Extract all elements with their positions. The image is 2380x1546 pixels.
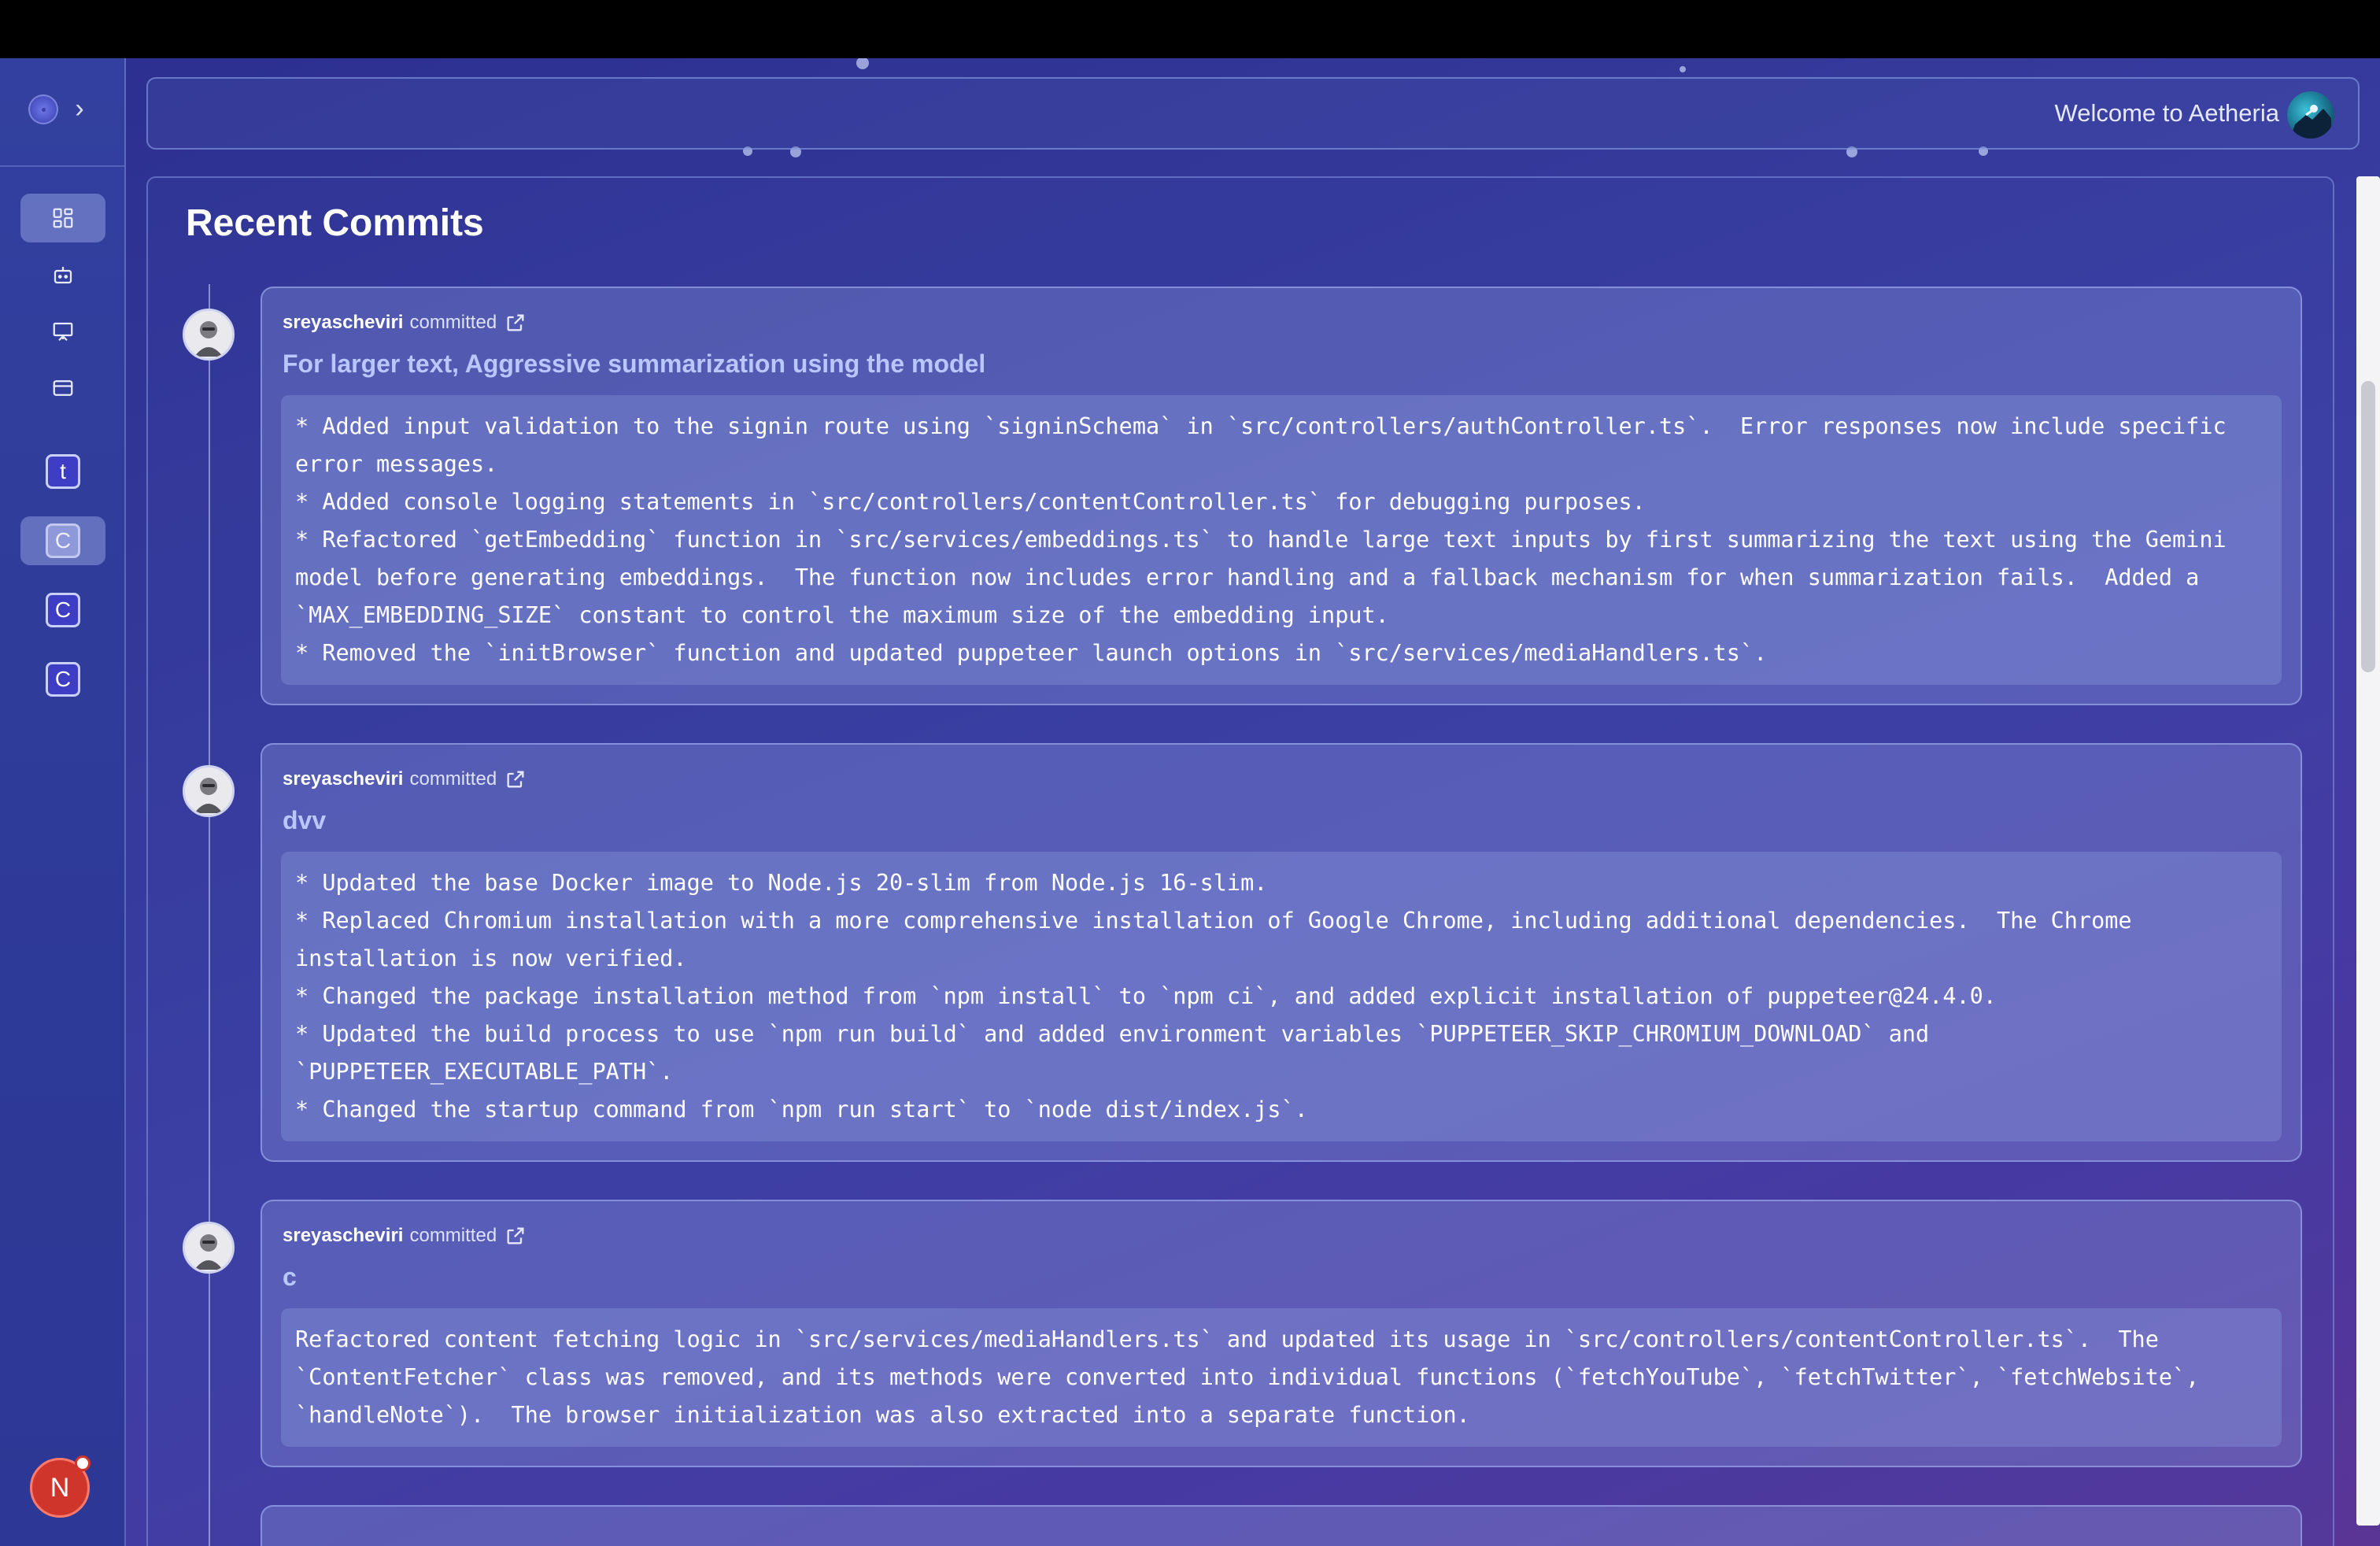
commit-message-line: * Refactored `getEmbedding` function in … (295, 527, 2240, 628)
commit-message-line: * Added input validation to the signin r… (295, 413, 2240, 477)
scrollbar-track[interactable] (2356, 176, 2380, 1526)
sidebar: › t C C C N (0, 58, 126, 1546)
space-letter: C (46, 523, 80, 558)
commit-card: sreyascheviri committed For larger text,… (261, 287, 2302, 705)
commit-message: * Added input validation to the signin r… (281, 395, 2282, 685)
commit-verb: committed (409, 312, 497, 333)
commit-title[interactable]: c (283, 1263, 297, 1292)
app-logo[interactable] (28, 94, 58, 124)
bot-icon (54, 267, 72, 284)
commit-title[interactable]: dvv (283, 806, 326, 835)
commit-author-avatar[interactable] (183, 765, 235, 817)
commit-meta: sreyascheviri committed (283, 768, 527, 790)
sidebar-item-presentations[interactable] (20, 307, 105, 356)
commit-author[interactable]: sreyascheviri (283, 312, 403, 334)
commit-meta: sreyascheviri committed (283, 312, 527, 334)
sidebar-item-cards[interactable] (20, 364, 105, 412)
scrollbar-thumb[interactable] (2361, 381, 2375, 672)
app-window: › t C C C N Welcome to Aetheria Recent C… (0, 58, 2380, 1546)
commit-card (261, 1505, 2302, 1546)
person-icon (194, 778, 223, 813)
person-icon (194, 1234, 223, 1270)
commit-card: sreyascheviri committed c Refactored con… (261, 1200, 2302, 1467)
top-header: Welcome to Aetheria (146, 77, 2360, 150)
commit-message-line: * Updated the base Docker image to Node.… (295, 870, 1268, 896)
commit-message-line: * Updated the build process to use `npm … (295, 1021, 1943, 1085)
window-top-bar (0, 0, 2380, 58)
commit-message-line: * Removed the `initBrowser` function and… (295, 640, 1768, 666)
sidebar-item-dashboard[interactable] (20, 194, 105, 242)
page-title: Recent Commits (186, 202, 484, 244)
commit-author[interactable]: sreyascheviri (283, 1225, 403, 1247)
commit-author-avatar[interactable] (183, 1222, 235, 1274)
space-letter: C (46, 662, 80, 697)
commit-card: sreyascheviri committed dvv * Updated th… (261, 743, 2302, 1162)
profile-avatar[interactable] (2287, 91, 2334, 139)
commit-message-line: Refactored content fetching logic in `sr… (295, 1326, 2213, 1428)
external-link-icon[interactable] (504, 312, 527, 334)
notification-badge (75, 1455, 91, 1471)
profile-image-icon (2290, 105, 2331, 139)
commit-author-avatar[interactable] (183, 309, 235, 361)
sidebar-header: › (0, 58, 124, 167)
recent-commits-panel: Recent Commits sreyascheviri committed F… (146, 176, 2334, 1546)
timeline-line (209, 284, 210, 1546)
sidebar-item-space-t[interactable]: t (20, 447, 105, 496)
welcome-text: Welcome to Aetheria (2054, 99, 2279, 127)
presentation-icon (53, 322, 73, 342)
user-avatar[interactable]: N (30, 1455, 91, 1518)
space-letter: C (46, 593, 80, 627)
sidebar-item-space-c3[interactable]: C (20, 655, 105, 704)
commit-message-line: * Changed the package installation metho… (295, 983, 1997, 1009)
sidebar-item-bots[interactable] (20, 250, 105, 299)
dashboard-grid-icon (53, 208, 73, 228)
card-icon (53, 380, 73, 396)
external-link-icon[interactable] (504, 1225, 527, 1247)
commit-message-line: * Changed the startup command from `npm … (295, 1097, 1308, 1123)
commit-message: Refactored content fetching logic in `sr… (281, 1308, 2282, 1447)
commit-verb: committed (409, 1225, 497, 1246)
space-letter: t (46, 454, 80, 489)
external-link-icon[interactable] (504, 768, 527, 790)
commit-title[interactable]: For larger text, Aggressive summarizatio… (283, 350, 985, 379)
decorative-dot (856, 58, 869, 69)
sidebar-item-space-c2[interactable]: C (20, 586, 105, 634)
person-icon (194, 321, 223, 357)
commit-meta: sreyascheviri committed (283, 1225, 527, 1247)
chevron-right-icon[interactable]: › (68, 93, 91, 124)
user-initial: N (50, 1473, 70, 1503)
commit-message: * Updated the base Docker image to Node.… (281, 852, 2282, 1141)
commit-message-line: * Added console logging statements in `s… (295, 489, 1646, 515)
commit-message-line: * Replaced Chromium installation with a … (295, 908, 2145, 971)
commit-verb: committed (409, 768, 497, 790)
commit-author[interactable]: sreyascheviri (283, 768, 403, 790)
sidebar-item-space-c1[interactable]: C (20, 516, 105, 565)
decorative-dot (1680, 66, 1686, 72)
